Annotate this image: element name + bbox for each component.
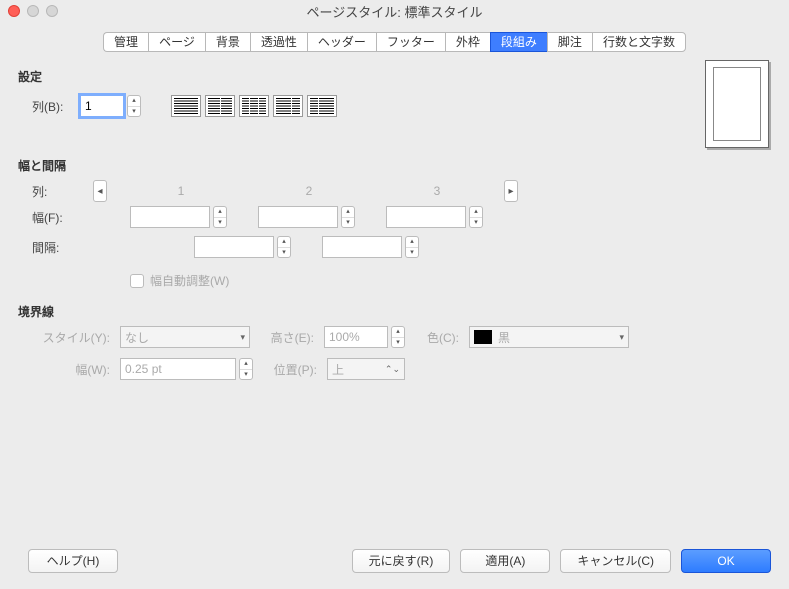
ok-button[interactable]: OK — [681, 549, 771, 573]
color-swatch-icon — [474, 330, 492, 344]
tab-textgrid[interactable]: 行数と文字数 — [592, 32, 686, 52]
preset-1col[interactable] — [171, 95, 201, 117]
chevron-down-icon: ▾ — [240, 332, 245, 343]
width-stepper-3[interactable]: ▴▾ — [469, 206, 483, 228]
sep-width-input[interactable] — [120, 358, 236, 380]
cancel-button[interactable]: キャンセル(C) — [560, 549, 671, 573]
apply-button[interactable]: 適用(A) — [460, 549, 550, 573]
dialog-title: ページスタイル: 標準スタイル — [307, 2, 483, 21]
col-next-icon[interactable]: ▸ — [504, 180, 518, 202]
columns-input[interactable] — [80, 95, 124, 117]
help-button[interactable]: ヘルプ(H) — [28, 549, 118, 573]
tab-footnote[interactable]: 脚注 — [547, 32, 592, 52]
sep-color-value: 黒 — [498, 329, 510, 346]
col-prev-icon[interactable]: ◂ — [93, 180, 107, 202]
colhead-3: 3 — [373, 184, 501, 198]
tab-columns[interactable]: 段組み — [490, 32, 547, 52]
col-label: 列: — [32, 183, 90, 200]
spacing-input-2[interactable] — [322, 236, 402, 258]
width-label: 幅(F): — [32, 209, 112, 226]
autowidth-label: 幅自動調整(W) — [150, 272, 229, 289]
spacing-stepper-2[interactable]: ▴▾ — [405, 236, 419, 258]
sep-style-value: なし — [125, 329, 149, 346]
chevron-down-icon: ▾ — [619, 332, 624, 343]
colhead-1: 1 — [117, 184, 245, 198]
updown-icon: ⌃⌄ — [385, 364, 400, 375]
page-preview — [705, 60, 769, 148]
sep-width-label: 幅(W): — [32, 361, 120, 378]
preset-3col[interactable] — [239, 95, 269, 117]
reset-button[interactable]: 元に戻す(R) — [352, 549, 451, 573]
tabbar: 管理 ページ 背景 透過性 ヘッダー フッター 外枠 段組み 脚注 行数と文字数 — [103, 32, 686, 52]
colhead-2: 2 — [245, 184, 373, 198]
sep-pos-value: 上 — [332, 361, 344, 378]
columns-stepper[interactable]: ▴▾ — [127, 95, 141, 117]
sep-pos-select[interactable]: 上 ⌃⌄ — [327, 358, 405, 380]
sep-color-select[interactable]: 黒 ▾ — [469, 326, 629, 348]
window-zoom-icon — [46, 5, 58, 17]
window-minimize-icon — [27, 5, 39, 17]
width-stepper-2[interactable]: ▴▾ — [341, 206, 355, 228]
columns-label: 列(B): — [32, 98, 80, 115]
tab-border[interactable]: 外枠 — [445, 32, 490, 52]
section-width-spacing: 幅と間隔 — [18, 157, 771, 174]
spacing-input-1[interactable] — [194, 236, 274, 258]
sep-width-stepper[interactable]: ▴▾ — [239, 358, 253, 380]
autowidth-checkbox[interactable] — [130, 274, 144, 288]
sep-color-label: 色(C): — [419, 329, 469, 346]
tab-page[interactable]: ページ — [148, 32, 205, 52]
window-close-icon[interactable] — [8, 5, 20, 17]
tab-organize[interactable]: 管理 — [103, 32, 148, 52]
section-separator: 境界線 — [18, 303, 771, 320]
tab-transparency[interactable]: 透過性 — [250, 32, 307, 52]
sep-height-stepper[interactable]: ▴▾ — [391, 326, 405, 348]
sep-pos-label: 位置(P): — [267, 361, 327, 378]
tab-footer[interactable]: フッター — [376, 32, 445, 52]
preset-2col-right[interactable] — [307, 95, 337, 117]
preset-2col-left[interactable] — [273, 95, 303, 117]
spacing-label: 間隔: — [32, 239, 112, 256]
sep-height-input[interactable] — [324, 326, 388, 348]
width-input-3[interactable] — [386, 206, 466, 228]
section-settings: 設定 — [18, 68, 771, 85]
tab-header[interactable]: ヘッダー — [307, 32, 376, 52]
preset-2col[interactable] — [205, 95, 235, 117]
sep-style-select[interactable]: なし ▾ — [120, 326, 250, 348]
width-input-1[interactable] — [130, 206, 210, 228]
sep-style-label: スタイル(Y): — [32, 329, 120, 346]
width-stepper-1[interactable]: ▴▾ — [213, 206, 227, 228]
sep-height-label: 高さ(E): — [264, 329, 324, 346]
width-input-2[interactable] — [258, 206, 338, 228]
tab-background[interactable]: 背景 — [205, 32, 250, 52]
spacing-stepper-1[interactable]: ▴▾ — [277, 236, 291, 258]
